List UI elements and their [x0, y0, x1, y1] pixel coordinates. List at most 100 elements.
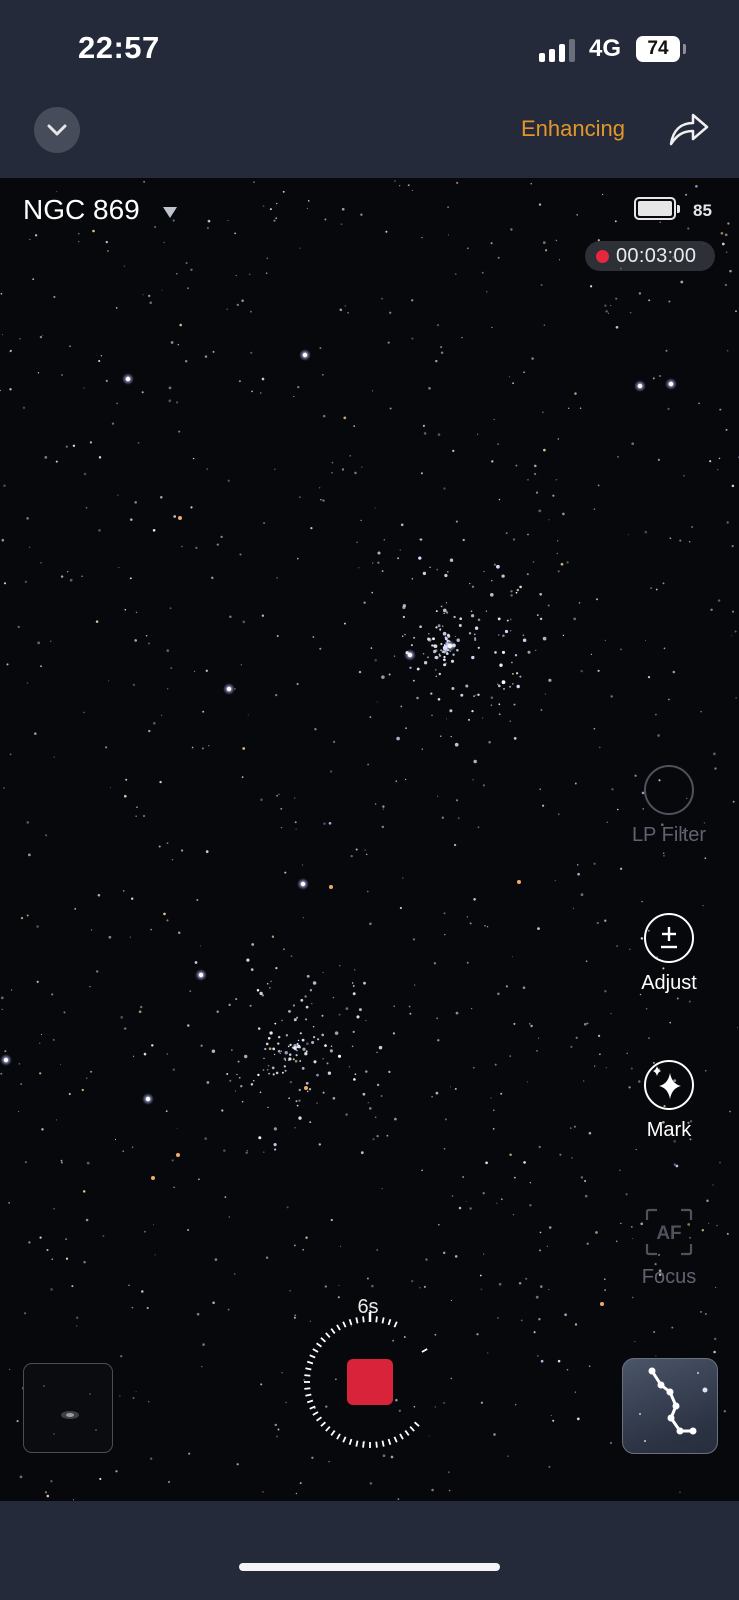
- star: [307, 200, 310, 202]
- star: [504, 629, 509, 634]
- star: [593, 508, 596, 510]
- star: [338, 1284, 340, 1287]
- star: [447, 571, 449, 573]
- star: [437, 1039, 440, 1042]
- star: [299, 496, 301, 498]
- lp-filter-label: LP Filter: [631, 824, 707, 846]
- star: [51, 1258, 54, 1261]
- star: [400, 523, 404, 527]
- star: [663, 852, 665, 854]
- star: [300, 881, 306, 887]
- lp-filter-button[interactable]: LP Filter: [614, 764, 724, 847]
- star: [339, 965, 341, 967]
- star: [469, 922, 472, 925]
- star: [37, 372, 40, 374]
- star: [374, 659, 377, 662]
- star: [293, 1048, 295, 1050]
- star: [266, 257, 269, 260]
- star: [236, 1463, 239, 1466]
- star: [262, 1069, 265, 1071]
- star: [604, 639, 606, 642]
- star: [354, 969, 356, 971]
- star: [454, 635, 456, 638]
- home-indicator[interactable]: [239, 1563, 500, 1571]
- star: [285, 1034, 289, 1037]
- star: [535, 649, 537, 652]
- star: [431, 1488, 434, 1492]
- star: [20, 1083, 22, 1085]
- star: [299, 1032, 302, 1035]
- star: [347, 311, 349, 314]
- star: [477, 433, 479, 435]
- star: [627, 534, 629, 536]
- constellation-icon: [639, 1367, 708, 1442]
- star: [672, 670, 676, 674]
- star: [135, 611, 138, 614]
- star: [90, 1070, 93, 1073]
- star: [538, 1037, 540, 1039]
- star: [514, 1403, 517, 1406]
- star: [443, 612, 445, 615]
- star: [147, 642, 150, 645]
- collapse-button[interactable]: [34, 107, 80, 153]
- star: [152, 1224, 155, 1226]
- target-name[interactable]: NGC 869: [23, 194, 140, 226]
- star: [440, 351, 444, 355]
- star: [260, 392, 262, 394]
- mark-button[interactable]: Mark: [614, 1059, 724, 1142]
- star: [228, 1003, 231, 1007]
- star: [453, 843, 457, 847]
- star: [311, 1456, 314, 1459]
- star: [443, 1402, 445, 1404]
- star: [516, 684, 520, 689]
- target-dropdown-icon[interactable]: [163, 207, 177, 218]
- star: [166, 649, 170, 652]
- sky-image-viewer[interactable]: NGC 869 85 00:03:00 LP Filter Adjust Mar…: [0, 178, 739, 1501]
- star: [100, 355, 103, 357]
- star: [407, 184, 410, 187]
- stop-capture-button[interactable]: [300, 1312, 440, 1452]
- star: [273, 1053, 276, 1056]
- gallery-thumbnail[interactable]: [23, 1363, 113, 1453]
- star: [510, 228, 513, 231]
- star: [381, 1188, 383, 1190]
- star: [704, 857, 707, 860]
- star: [574, 782, 577, 785]
- star: [574, 1323, 578, 1326]
- star: [283, 1057, 287, 1061]
- star: [597, 1034, 601, 1038]
- star: [372, 562, 374, 564]
- star: [293, 1018, 297, 1022]
- star: [139, 1005, 143, 1009]
- star: [533, 1331, 536, 1334]
- star: [111, 422, 115, 425]
- share-button[interactable]: [667, 106, 711, 150]
- sky-atlas-button[interactable]: [622, 1358, 718, 1454]
- star: [465, 684, 469, 688]
- star: [268, 1072, 270, 1075]
- star: [404, 778, 407, 781]
- star: [690, 525, 694, 529]
- star: [522, 986, 526, 990]
- star: [338, 1013, 341, 1016]
- star: [294, 797, 296, 799]
- adjust-button[interactable]: Adjust: [614, 912, 724, 995]
- star: [260, 1383, 263, 1386]
- star: [542, 804, 545, 807]
- star: [610, 695, 613, 698]
- star: [493, 563, 496, 566]
- star: [410, 644, 413, 647]
- star: [498, 713, 501, 716]
- star: [351, 1045, 354, 1048]
- star: [584, 1180, 587, 1182]
- star: [421, 748, 423, 750]
- star: [204, 1137, 208, 1140]
- focus-button[interactable]: AF Focus: [614, 1206, 724, 1289]
- star: [389, 311, 392, 314]
- star: [712, 1184, 714, 1186]
- star: [295, 1492, 298, 1495]
- star: [259, 1091, 262, 1093]
- star: [144, 1230, 146, 1233]
- star: [267, 1106, 269, 1108]
- star: [450, 1086, 451, 1088]
